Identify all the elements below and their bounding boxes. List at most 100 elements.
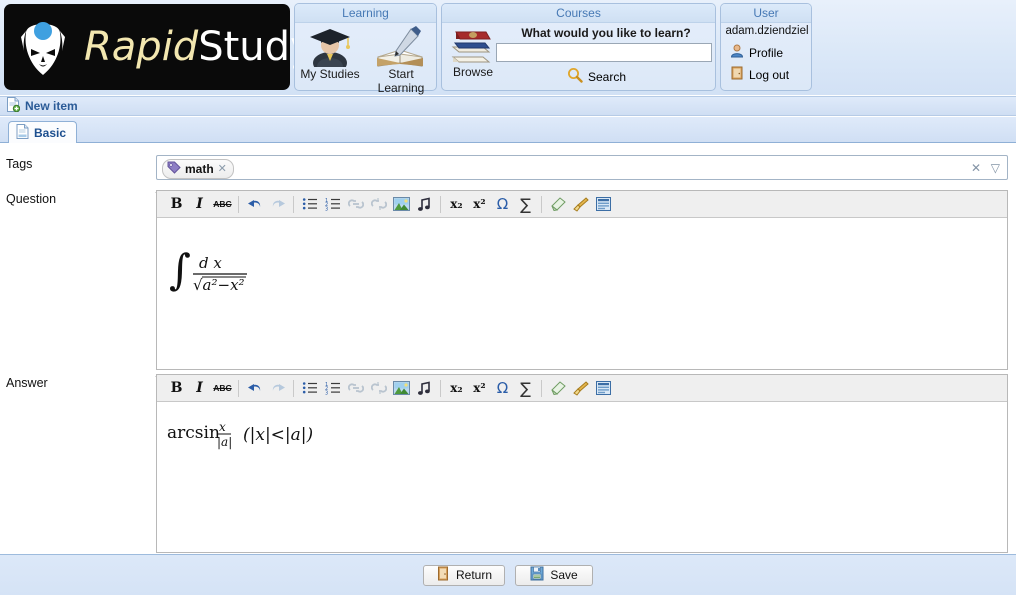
toolbar-superscript-button[interactable]: x² <box>468 378 491 399</box>
toolbar-bold-button[interactable]: B <box>165 378 188 399</box>
toolbar-remove-format-button[interactable] <box>546 194 569 215</box>
tag-chip-math[interactable]: math ✕ <box>162 159 234 179</box>
numbered-list-icon: 123 <box>325 381 341 395</box>
toolbar-bold-button[interactable]: B <box>165 194 188 215</box>
person-icon <box>730 44 744 61</box>
bold-icon: B <box>170 380 183 396</box>
return-button[interactable]: Return <box>422 564 506 586</box>
courses-panel: Courses Browse What would you like to le… <box>441 3 716 91</box>
toolbar-superscript-button[interactable]: x² <box>468 194 491 215</box>
math-formula-icon: ∑ <box>520 194 531 214</box>
user-logout-label: Log out <box>749 67 790 82</box>
toolbar-numbered-list-button[interactable]: 123 <box>321 378 344 399</box>
toolbar-insert-audio-button[interactable] <box>413 378 436 399</box>
svg-text:|a|: |a| <box>217 435 232 449</box>
user-profile-link[interactable]: Profile <box>730 44 783 61</box>
toolbar-bulleted-list-button[interactable] <box>298 194 321 215</box>
unlink-icon <box>370 197 387 211</box>
toolbar-undo-button[interactable] <box>243 194 266 215</box>
close-icon[interactable]: ✕ <box>218 163 227 175</box>
open-book-pen-icon <box>366 25 436 67</box>
toolbar-unlink-button <box>367 194 390 215</box>
italic-icon: I <box>196 380 203 396</box>
toolbar-italic-button[interactable]: I <box>188 194 211 215</box>
question-editor[interactable]: B I ABC 1 2 3 x₂ x² Ω ∑ ∫ d x √a²−x² <box>156 190 1008 370</box>
remove-format-icon <box>550 197 566 211</box>
toolbar-remove-format-button[interactable] <box>546 378 569 399</box>
toolbar-source-view-button[interactable] <box>592 378 615 399</box>
dropdown-triangle-icon[interactable]: ▽ <box>991 161 1000 175</box>
toolbar-special-char-button[interactable]: Ω <box>491 194 514 215</box>
app-logo[interactable]: RapidStudy <box>4 4 314 90</box>
nav-browse[interactable]: Browse <box>444 23 502 79</box>
tab-basic-label: Basic <box>34 125 67 140</box>
insert-image-icon <box>393 197 410 211</box>
answer-editor-toolbar: B I ABC 1 2 3 x₂ x² Ω ∑ <box>157 375 1007 402</box>
save-button[interactable]: Save <box>515 564 594 586</box>
toolbar-separator <box>541 379 542 397</box>
svg-text:arcsin: arcsin <box>167 423 220 443</box>
user-logout-link[interactable]: Log out <box>730 66 789 83</box>
toolbar-subscript-button[interactable]: x₂ <box>445 194 468 215</box>
answer-editor[interactable]: B I ABC 1 2 3 x₂ x² Ω ∑ arcsin x |a| (|x|<|a|) <box>156 374 1008 553</box>
insert-link-icon <box>347 381 364 395</box>
insert-audio-icon <box>417 197 432 212</box>
superscript-icon: x² <box>473 381 486 395</box>
username-label: adam.dziendziel <box>725 25 809 37</box>
item-form: Tags math ✕ ✕ ▽ Question B I ABC 1 2 3 x₂ x² Ω ∑ <box>0 143 1016 553</box>
toolbar-bulleted-list-button[interactable] <box>298 378 321 399</box>
tags-field-label: Tags <box>6 157 33 171</box>
course-search-input[interactable] <box>496 43 712 62</box>
nav-my-studies[interactable]: My Studies <box>295 25 365 81</box>
save-button-label: Save <box>550 568 578 582</box>
toolbar-strikethrough-button[interactable]: ABC <box>211 378 234 399</box>
user-panel: User adam.dziendziel Profile Log out <box>720 3 812 91</box>
toolbar-insert-image-button[interactable] <box>390 378 413 399</box>
graduate-student-icon <box>295 25 365 74</box>
toolbar-insert-audio-button[interactable] <box>413 194 436 215</box>
user-panel-title: User <box>721 4 811 23</box>
user-panel-body: adam.dziendziel Profile Log out <box>721 23 811 91</box>
toolbar-italic-button[interactable]: I <box>188 378 211 399</box>
question-formula: ∫ d x √a²−x² <box>167 244 277 303</box>
toolbar-format-painter-button[interactable] <box>569 194 592 215</box>
toolbar-numbered-list-button[interactable]: 123 <box>321 194 344 215</box>
question-editor-body[interactable]: ∫ d x √a²−x² <box>157 218 1007 369</box>
source-view-icon <box>596 381 611 395</box>
toolbar-math-formula-button[interactable]: ∑ <box>514 194 537 215</box>
tab-basic[interactable]: Basic <box>8 121 78 143</box>
new-page-icon <box>6 97 21 115</box>
special-char-icon: Ω <box>496 379 509 397</box>
redo-icon <box>270 381 286 395</box>
course-search-button[interactable]: Search <box>567 67 626 86</box>
tag-icon <box>167 161 181 177</box>
form-footer: Return Save <box>0 554 1016 595</box>
door-icon <box>436 566 450 584</box>
magnifier-icon <box>567 67 583 86</box>
answer-formula: arcsin x |a| (|x|<|a|) <box>167 416 327 455</box>
unlink-icon <box>370 381 387 395</box>
toolbar-redo-button <box>266 378 289 399</box>
toolbar-math-formula-button[interactable]: ∑ <box>514 378 537 399</box>
answer-editor-body[interactable]: arcsin x |a| (|x|<|a|) <box>157 402 1007 552</box>
toolbar-special-char-button[interactable]: Ω <box>491 378 514 399</box>
search-prompt: What would you like to learn? <box>521 26 691 40</box>
toolbar-strikethrough-button[interactable]: ABC <box>211 194 234 215</box>
toolbar-subscript-button[interactable]: x₂ <box>445 378 468 399</box>
toolbar-format-painter-button[interactable] <box>569 378 592 399</box>
toolbar-insert-image-button[interactable] <box>390 194 413 215</box>
tags-input-field[interactable]: math ✕ ✕ ▽ <box>156 155 1008 180</box>
svg-text:√a²−x²: √a²−x² <box>193 276 245 294</box>
toolbar-undo-button[interactable] <box>243 378 266 399</box>
toolbar-separator <box>293 379 294 397</box>
nav-start-learning[interactable]: Start Learning <box>366 25 436 95</box>
svg-text:x: x <box>219 420 226 434</box>
remove-format-icon <box>550 381 566 395</box>
toolbar-source-view-button[interactable] <box>592 194 615 215</box>
top-header: RapidStudy Learning My Studies Start Lea… <box>0 0 1016 95</box>
toolbar-redo-button <box>266 194 289 215</box>
redo-icon <box>270 197 286 211</box>
logo-text-rapid: Rapid <box>84 24 199 70</box>
clear-x-icon[interactable]: ✕ <box>971 161 981 175</box>
svg-text:3: 3 <box>325 391 328 396</box>
